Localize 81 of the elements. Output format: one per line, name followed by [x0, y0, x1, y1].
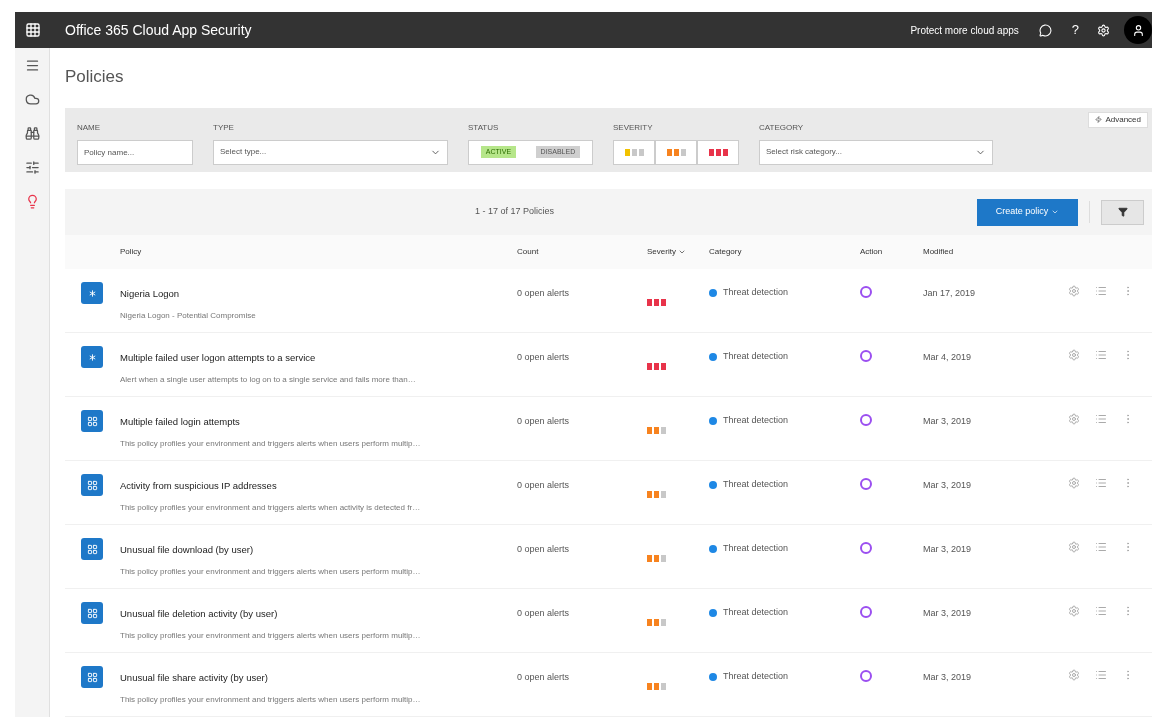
- category-label: Threat detection: [723, 350, 789, 363]
- protect-apps-link[interactable]: Protect more cloud apps: [910, 22, 1019, 38]
- list-icon[interactable]: [1095, 477, 1107, 489]
- policy-description: This policy profiles your environment and triggers alerts when users perform multip…: [120, 438, 421, 451]
- policy-description: This policy profiles your environment and triggers alerts when users perform multip…: [120, 694, 421, 707]
- policy-description: This policy profiles your environment and triggers alerts when users perform multip…: [120, 630, 421, 643]
- column-header[interactable]: Count: [517, 246, 539, 258]
- list-icon[interactable]: [1095, 669, 1107, 681]
- list-icon[interactable]: [1095, 605, 1107, 617]
- action-icon: [860, 542, 872, 554]
- policy-count: 1 - 17 of 17 Policies: [475, 205, 555, 219]
- column-header[interactable]: Modified: [923, 246, 954, 258]
- create-policy-button[interactable]: Create policy: [977, 198, 1078, 226]
- severity-option[interactable]: [697, 139, 739, 165]
- column-header[interactable]: Category: [709, 246, 742, 258]
- category-label: Threat detection: [723, 414, 789, 427]
- alert-count: 0 open alerts: [517, 671, 571, 684]
- bolt-icon: [1095, 116, 1103, 123]
- column-header[interactable]: Action: [860, 246, 883, 258]
- filter-icon: [1117, 207, 1128, 218]
- avatar-icon[interactable]: [1124, 16, 1152, 44]
- alert-count: 0 open alerts: [517, 287, 571, 300]
- policy-name[interactable]: Multiple failed user logon attempts to a service: [120, 351, 316, 366]
- page-title: Policies: [65, 66, 124, 88]
- policy-description: Nigeria Logon - Potential Compromise: [120, 310, 256, 323]
- modified-date: Mar 4, 2019: [923, 351, 973, 364]
- filter-label: CATEGORY: [759, 121, 805, 134]
- investigate-icon[interactable]: [24, 126, 40, 141]
- advanced-button[interactable]: Advanced: [1088, 111, 1148, 128]
- modified-date: Jan 17, 2019: [923, 287, 977, 300]
- category-label: Threat detection: [723, 478, 789, 491]
- policy-description: Alert when a single user attempts to log on to a single service and fails more than…: [120, 374, 416, 387]
- action-icon: [860, 670, 872, 682]
- modified-date: Mar 3, 2019: [923, 671, 973, 684]
- list-icon[interactable]: [1095, 349, 1107, 361]
- alert-count: 0 open alerts: [517, 607, 571, 620]
- policy-description: This policy profiles your environment and triggers alerts when users perform multip…: [120, 566, 421, 579]
- control-icon[interactable]: [24, 160, 40, 175]
- policy-description: This policy profiles your environment and triggers alerts when activity is detected fr…: [120, 502, 421, 515]
- column-header[interactable]: Policy: [120, 246, 142, 258]
- alert-count: 0 open alerts: [517, 351, 571, 364]
- severity-option[interactable]: [655, 139, 697, 165]
- list-icon[interactable]: [1095, 541, 1107, 553]
- category-select[interactable]: Select risk category...: [759, 139, 993, 165]
- alert-count: 0 open alerts: [517, 543, 571, 556]
- action-icon: [860, 606, 872, 618]
- policy-name[interactable]: Nigeria Logon: [120, 287, 180, 302]
- policy-name[interactable]: Unusual file share activity (by user): [120, 671, 268, 686]
- policy-name[interactable]: Unusual file download (by user): [120, 543, 254, 558]
- category-label: Threat detection: [723, 606, 789, 619]
- filter-label: TYPE: [213, 121, 235, 134]
- modified-date: Mar 3, 2019: [923, 607, 973, 620]
- name-field[interactable]: Policy name...: [77, 139, 193, 165]
- filter-button[interactable]: [1101, 199, 1144, 225]
- category-label: Threat detection: [723, 542, 789, 555]
- filter-label: NAME: [77, 121, 102, 134]
- filter-label: STATUS: [468, 121, 500, 134]
- category-label: Threat detection: [723, 286, 789, 299]
- action-icon: [860, 414, 872, 426]
- type-select[interactable]: Select type...: [213, 139, 448, 165]
- modified-date: Mar 3, 2019: [923, 543, 973, 556]
- cloud-icon[interactable]: [24, 92, 40, 107]
- modified-date: Mar 3, 2019: [923, 479, 973, 492]
- alert-count: 0 open alerts: [517, 415, 571, 428]
- action-icon: [860, 286, 872, 298]
- alert-count: 0 open alerts: [517, 479, 571, 492]
- help-button[interactable]: ?: [1071, 20, 1079, 40]
- app-title: Office 365 Cloud App Security: [65, 20, 252, 40]
- column-header[interactable]: Severity: [647, 246, 686, 258]
- menu-icon[interactable]: [24, 58, 40, 73]
- policy-name[interactable]: Unusual file deletion activity (by user): [120, 607, 278, 622]
- policy-name[interactable]: Multiple failed login attempts: [120, 415, 240, 430]
- filter-label: SEVERITY: [613, 121, 654, 134]
- category-label: Threat detection: [723, 670, 789, 683]
- feedback-icon[interactable]: [1038, 23, 1052, 37]
- policy-name[interactable]: Activity from suspicious IP addresses: [120, 479, 277, 494]
- list-icon[interactable]: [1095, 285, 1107, 297]
- action-icon: [860, 478, 872, 490]
- list-icon[interactable]: [1095, 413, 1107, 425]
- action-icon: [860, 350, 872, 362]
- modified-date: Mar 3, 2019: [923, 415, 973, 428]
